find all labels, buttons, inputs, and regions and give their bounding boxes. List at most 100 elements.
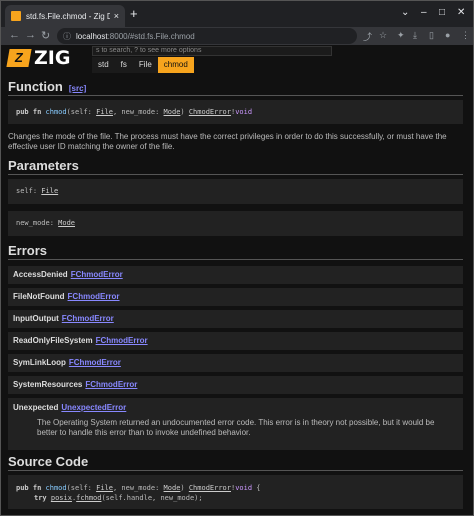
mode-type-link[interactable]: Mode xyxy=(164,484,181,492)
address-bar[interactable]: ⓘ localhost:8000/#std.fs.File.chmod xyxy=(57,28,357,44)
close-window-button[interactable]: ✕ xyxy=(457,7,465,18)
keyword-try: try xyxy=(34,494,47,502)
function-heading: Function [src] xyxy=(8,79,463,96)
error-set-link[interactable]: FChmodError xyxy=(85,380,137,389)
param-name: self: xyxy=(16,187,42,195)
breadcrumb-fs[interactable]: fs xyxy=(114,57,133,73)
parameters-heading: Parameters xyxy=(8,158,463,175)
sig-mid: , new_mode: xyxy=(112,108,164,116)
error-doc: The Operating System returned an undocum… xyxy=(37,418,435,437)
file-type-link[interactable]: File xyxy=(96,108,113,116)
tab-close-icon[interactable]: × xyxy=(114,11,119,21)
error-item: FileNotFound FChmodError xyxy=(8,288,463,306)
chmod-error-link[interactable]: ChmodError xyxy=(189,108,231,116)
doc-header: Z ZIG s to search, ? to see more options… xyxy=(1,45,473,73)
downloads-icon[interactable]: ⤓ xyxy=(413,30,417,41)
tab-title: std.fs.File.chmod - Zig Do xyxy=(26,11,110,21)
sig-open: (self: xyxy=(66,484,97,492)
maximize-button[interactable]: □ xyxy=(439,7,445,18)
search-input[interactable]: s to search, ? to see more options xyxy=(92,46,332,56)
error-set-link[interactable]: FChmodError xyxy=(71,270,123,279)
function-signature: pub fn chmod(self: File, new_mode: Mode)… xyxy=(8,100,463,124)
error-name: ReadOnlyFileSystem xyxy=(13,336,93,345)
profile-icon[interactable]: ● xyxy=(445,30,450,40)
sig-close: ) xyxy=(180,484,189,492)
zig-logo-icon: Z xyxy=(6,49,32,67)
error-set-link[interactable]: FChmodError xyxy=(62,314,114,323)
new-tab-button[interactable]: + xyxy=(130,6,138,21)
error-name: FileNotFound xyxy=(13,292,65,301)
function-heading-text: Function xyxy=(8,79,63,94)
site-info-icon[interactable]: ⓘ xyxy=(63,31,71,42)
fchmod-link[interactable]: fchmod xyxy=(76,494,101,502)
breadcrumb-file[interactable]: File xyxy=(132,57,158,73)
extensions-icon[interactable]: ✦ xyxy=(397,30,405,41)
error-set-link[interactable]: FChmodError xyxy=(68,292,120,301)
src-link[interactable]: [src] xyxy=(69,84,86,93)
posix-link[interactable]: posix xyxy=(51,494,72,502)
parameters-heading-text: Parameters xyxy=(8,158,79,173)
errors-heading: Errors xyxy=(8,243,463,260)
breadcrumb: std fs File chmod xyxy=(92,57,194,73)
sig-mid: , new_mode: xyxy=(112,484,164,492)
void-type: void xyxy=(235,484,253,492)
forward-arrow-icon[interactable]: → xyxy=(25,29,36,41)
zig-logo[interactable]: Z ZIG xyxy=(6,47,71,69)
param-name: new_mode: xyxy=(16,219,59,227)
call-args: (self.handle, new_mode); xyxy=(101,494,203,502)
error-item-unexpected: Unexpected UnexpectedError The Operating … xyxy=(8,398,463,450)
sig-close: ) xyxy=(180,108,189,116)
error-item: ReadOnlyFileSystem FChmodError xyxy=(8,332,463,350)
error-set-link[interactable]: FChmodError xyxy=(96,336,148,345)
tab-strip: std.fs.File.chmod - Zig Do × + ⌄ – □ ✕ xyxy=(1,1,473,27)
menu-icon[interactable]: ⋮ xyxy=(461,30,470,41)
error-set-link[interactable]: FChmodError xyxy=(69,358,121,367)
error-set-link[interactable]: UnexpectedError xyxy=(61,403,126,412)
browser-window: std.fs.File.chmod - Zig Do × + ⌄ – □ ✕ ←… xyxy=(0,0,474,516)
doc-page: Z ZIG s to search, ? to see more options… xyxy=(1,45,473,515)
breadcrumb-std[interactable]: std xyxy=(92,57,115,73)
browser-toolbar: ← → ↻ ⓘ localhost:8000/#std.fs.File.chmo… xyxy=(1,27,473,45)
param-self: self: File xyxy=(8,179,463,204)
error-item: InputOutput FChmodError xyxy=(8,310,463,328)
source-heading-text: Source Code xyxy=(8,454,89,469)
errors-heading-text: Errors xyxy=(8,243,48,258)
error-name: AccessDenied xyxy=(13,270,68,279)
chmod-error-link[interactable]: ChmodError xyxy=(189,484,231,492)
error-name: SymLinkLoop xyxy=(13,358,66,367)
param-new-mode: new_mode: Mode xyxy=(8,211,463,236)
reload-icon[interactable]: ↻ xyxy=(41,29,50,42)
keyword-pub-fn: pub fn xyxy=(16,484,42,492)
url-host: localhost xyxy=(76,31,108,41)
source-heading: Source Code xyxy=(8,454,463,471)
minimize-button[interactable]: – xyxy=(421,7,427,18)
error-item: SystemResources FChmodError xyxy=(8,376,463,394)
share-icon[interactable]: ⤴ xyxy=(363,30,372,43)
mode-type-link[interactable]: Mode xyxy=(164,108,181,116)
error-name: SystemResources xyxy=(13,380,83,389)
error-name: Unexpected xyxy=(13,403,59,412)
function-description: Changes the mode of the file. The proces… xyxy=(8,132,447,151)
back-arrow-icon[interactable]: ← xyxy=(9,29,20,41)
side-panel-icon[interactable]: ▯ xyxy=(429,30,434,41)
error-item: AccessDenied FChmodError xyxy=(8,266,463,284)
keyword-pub-fn: pub fn xyxy=(16,108,42,116)
param-type-link[interactable]: File xyxy=(41,187,58,195)
sig-open: (self: xyxy=(66,108,97,116)
param-type-link[interactable]: Mode xyxy=(58,219,75,227)
error-name: InputOutput xyxy=(13,314,59,323)
source-code: pub fn chmod(self: File, new_mode: Mode)… xyxy=(8,475,463,509)
function-name: chmod xyxy=(45,108,67,116)
breadcrumb-chmod[interactable]: chmod xyxy=(157,57,194,73)
void-type: void xyxy=(235,108,253,116)
function-name: chmod xyxy=(45,484,67,492)
logo-text: ZIG xyxy=(34,47,71,69)
browser-tab[interactable]: std.fs.File.chmod - Zig Do × xyxy=(5,5,125,27)
open-brace: { xyxy=(252,484,261,492)
file-type-link[interactable]: File xyxy=(96,484,113,492)
doc-content: Function [src] pub fn chmod(self: File, … xyxy=(8,79,463,509)
bookmark-star-icon[interactable]: ☆ xyxy=(379,30,387,41)
error-item: SymLinkLoop FChmodError xyxy=(8,354,463,372)
zig-favicon-icon xyxy=(11,11,21,21)
tab-search-icon[interactable]: ⌄ xyxy=(401,7,409,18)
